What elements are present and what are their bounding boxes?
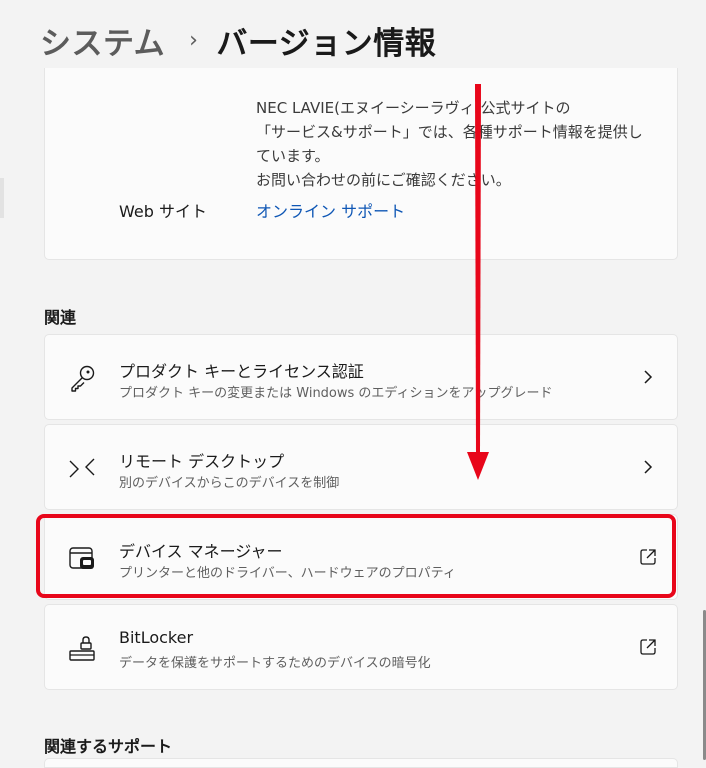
web-site-label: Web サイト (119, 202, 207, 221)
support-info-card: NEC LAVIE(エヌイーシーラヴィ)公式サイトの 「サービス&サポート」では… (44, 68, 678, 260)
product-key-activation-item[interactable]: プロダクト キーとライセンス認証 プロダクト キーの変更または Windows … (44, 334, 678, 420)
breadcrumb-separator: › (189, 27, 199, 53)
external-link-icon (640, 639, 656, 655)
product-key-title: プロダクト キーとライセンス認証 (119, 362, 364, 381)
breadcrumb: システム › バージョン情報 (40, 18, 436, 62)
bitlocker-item[interactable]: BitLocker データを保護をサポートするためのデバイスの暗号化 (44, 604, 678, 690)
remote-desktop-subtitle: 別のデバイスからこのデバイスを制御 (119, 476, 340, 491)
bitlocker-title: BitLocker (119, 628, 194, 647)
device-manager-icon (69, 547, 94, 569)
related-support-section-header: 関連するサポート (44, 737, 173, 756)
bitlocker-icon (69, 636, 95, 661)
related-section-header: 関連 (44, 308, 77, 327)
page-title: バージョン情報 (216, 25, 437, 62)
remote-desktop-item[interactable]: リモート デスクトップ 別のデバイスからこのデバイスを制御 (44, 424, 678, 510)
external-link-icon (640, 549, 656, 565)
related-support-card (44, 758, 678, 768)
navigation-pane-edge (0, 178, 4, 218)
device-manager-subtitle: プリンターと他のドライバー、ハードウェアのプロパティ (119, 566, 456, 581)
device-manager-title: デバイス マネージャー (119, 542, 283, 561)
remote-desktop-icon (69, 458, 95, 478)
remote-desktop-title: リモート デスクトップ (119, 452, 285, 471)
device-manager-item[interactable]: デバイス マネージャー プリンターと他のドライバー、ハードウェアのプロパティ (44, 514, 678, 600)
key-icon (71, 365, 95, 392)
chevron-right-icon (644, 370, 653, 384)
bitlocker-subtitle: データを保護をサポートするためのデバイスの暗号化 (119, 656, 431, 671)
breadcrumb-parent-system[interactable]: システム (40, 18, 165, 63)
product-key-subtitle: プロダクト キーの変更または Windows のエディションをアップグレード (119, 386, 553, 401)
chevron-right-icon (644, 460, 653, 474)
online-support-link[interactable]: オンライン サポート (256, 198, 405, 222)
support-description: NEC LAVIE(エヌイーシーラヴィ)公式サイトの 「サービス&サポート」では… (256, 99, 643, 189)
